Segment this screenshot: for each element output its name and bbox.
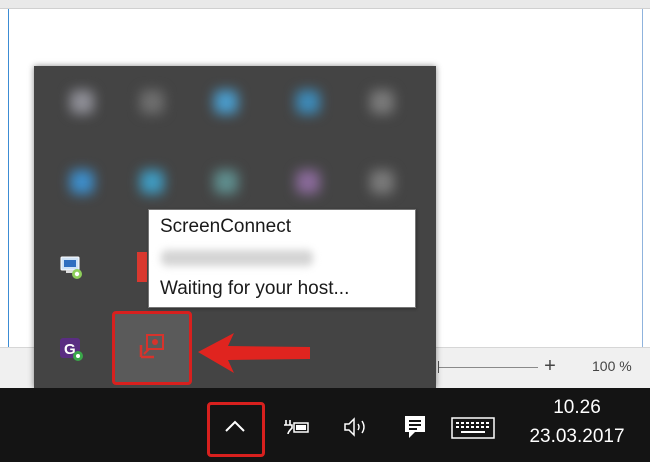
tray-app-icon[interactable] <box>70 90 94 114</box>
tooltip-app-name: ScreenConnect <box>160 216 291 237</box>
zoom-in-button[interactable]: + <box>541 354 559 378</box>
zoom-slider-track[interactable] <box>438 367 538 368</box>
screenconnect-tooltip: ScreenConnect Waiting for your host... <box>148 209 416 308</box>
tray-app-icon[interactable] <box>370 170 394 194</box>
power-battery-icon[interactable] <box>282 416 310 438</box>
tray-app-icon[interactable] <box>370 90 394 114</box>
tooltip-status: Waiting for your host... <box>160 278 350 299</box>
tooltip-redacted-line <box>161 250 313 266</box>
window-right-border <box>642 9 643 347</box>
network-computer-icon[interactable] <box>58 254 84 280</box>
tray-app-icon[interactable] <box>140 90 164 114</box>
tray-app-icon[interactable] <box>70 170 94 194</box>
tray-app-icon[interactable] <box>214 90 238 114</box>
window-left-border <box>8 9 9 388</box>
clock-date: 23.03.2017 <box>529 426 625 447</box>
settings-app-icon[interactable]: G <box>58 336 84 362</box>
zoom-slider-thumb[interactable] <box>438 361 439 373</box>
zoom-level[interactable]: 100 % <box>592 358 632 374</box>
speaker-volume-icon[interactable] <box>342 416 372 438</box>
clock-time: 10.26 <box>553 397 601 418</box>
touch-keyboard-icon[interactable] <box>451 417 495 439</box>
pointer-arrow <box>196 330 312 376</box>
tray-app-icon[interactable] <box>296 90 320 114</box>
chevron-up-icon[interactable] <box>224 418 246 434</box>
tray-app-icon[interactable] <box>296 170 320 194</box>
window-title-bar <box>0 0 650 9</box>
red-app-icon[interactable] <box>137 252 147 282</box>
tray-app-icon[interactable] <box>140 170 164 194</box>
taskbar-clock[interactable]: 10.26 23.03.2017 <box>512 392 642 458</box>
screenconnect-icon[interactable] <box>138 333 166 359</box>
action-center-icon[interactable] <box>403 414 427 440</box>
tray-app-icon[interactable] <box>214 170 238 194</box>
